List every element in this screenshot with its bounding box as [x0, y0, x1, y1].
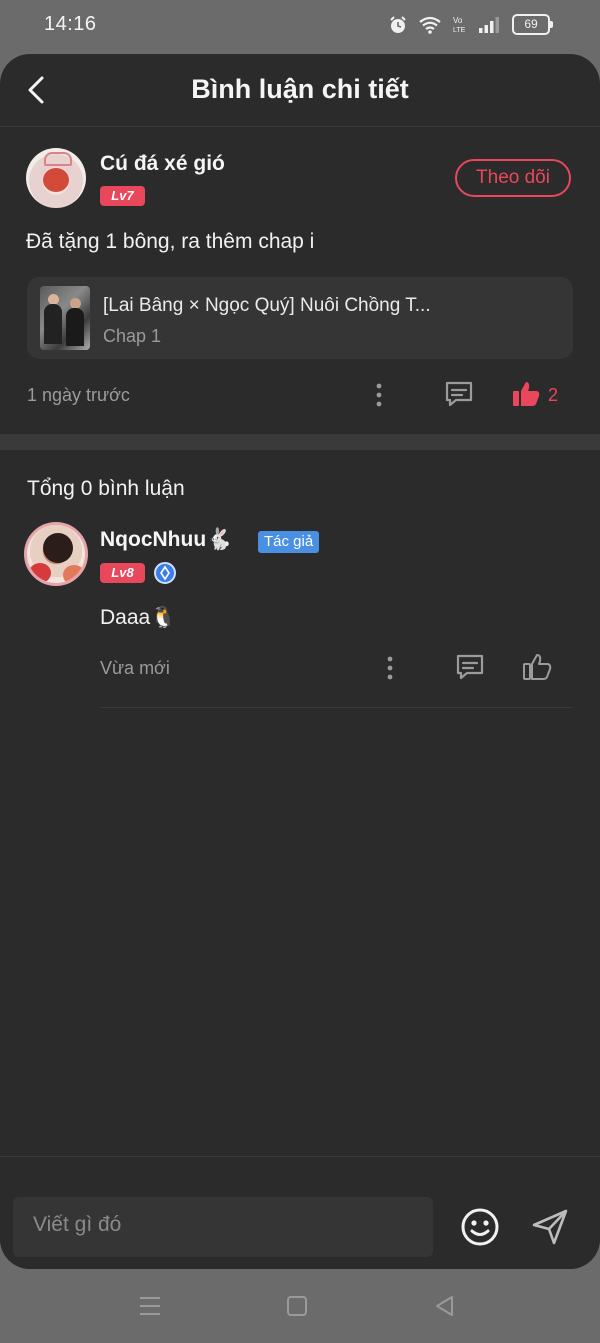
thumbs-up-icon[interactable]: [511, 380, 541, 408]
like-count: 2: [548, 385, 559, 405]
comment-icon[interactable]: [444, 380, 474, 408]
comment-input-bar: Viết gì đó: [0, 1156, 600, 1269]
avatar-face: [43, 168, 69, 192]
level-badge: Lv8: [100, 563, 145, 583]
alarm-icon: [390, 15, 406, 33]
page-title: Bình luận chi tiết: [191, 74, 409, 104]
post-username[interactable]: Cú đá xé gió: [100, 152, 225, 176]
avatar-chibi: [63, 565, 85, 583]
avatar-bow-decoration: [44, 152, 72, 166]
avatar[interactable]: [26, 148, 86, 208]
menu-icon[interactable]: [138, 1295, 162, 1317]
more-options-icon[interactable]: [366, 381, 392, 409]
signal-icon: [479, 16, 499, 33]
section-divider: [0, 434, 600, 450]
comment-separator: [100, 707, 573, 708]
back-triangle-icon[interactable]: [434, 1295, 456, 1317]
chapter-thumbnail: [40, 286, 90, 350]
svg-text:Vo: Vo: [453, 16, 463, 25]
diamond-icon: [160, 565, 170, 581]
status-icons: Vo LTE 69: [388, 14, 553, 35]
author-badge: Tác giả: [258, 531, 320, 553]
status-time: 14:16: [44, 13, 97, 35]
comment-text: Daaa🐧: [100, 606, 177, 629]
post-text: Đã tặng 1 bông, ra thêm chap i: [26, 230, 315, 253]
more-options-icon[interactable]: [377, 654, 403, 682]
post-timestamp: 1 ngày trước: [27, 385, 130, 405]
level-badge: Lv7: [100, 186, 145, 206]
thumb-figure-body: [44, 304, 62, 344]
avatar-chibi: [29, 563, 51, 583]
thumbs-up-icon[interactable]: [522, 653, 552, 681]
wifi-icon: [419, 16, 441, 34]
comment-input[interactable]: Viết gì đó: [13, 1197, 433, 1257]
home-icon[interactable]: [286, 1295, 308, 1317]
comment-timestamp: Vừa mới: [100, 658, 170, 678]
system-nav-bar: [0, 1269, 600, 1343]
input-placeholder: Viết gì đó: [33, 1213, 122, 1236]
emoji-icon[interactable]: [460, 1207, 500, 1247]
comment-icon[interactable]: [455, 653, 485, 681]
chapter-card[interactable]: [Lai Bâng × Ngọc Quý] Nuôi Chồng T... Ch…: [27, 277, 573, 359]
header: Bình luận chi tiết: [0, 54, 600, 127]
follow-button[interactable]: Theo dõi: [455, 159, 571, 197]
battery-indicator: 69: [512, 14, 553, 35]
avatar-hair: [43, 533, 73, 563]
thumb-figure-body: [66, 308, 84, 346]
chapter-subtitle: Chap 1: [103, 326, 162, 346]
chapter-title: [Lai Bâng × Ngọc Quý] Nuôi Chồng T...: [103, 295, 431, 316]
svg-text:LTE: LTE: [453, 27, 466, 34]
comment-detail-screen: Bình luận chi tiết Cú đá xé gió Lv7 Theo…: [0, 54, 600, 1269]
verified-icon: [154, 562, 176, 584]
avatar[interactable]: [24, 522, 88, 586]
comment-username[interactable]: NqocNhuu🐇: [100, 528, 232, 552]
volte-icon: Vo LTE: [453, 16, 466, 34]
comments-total: Tổng 0 bình luận: [27, 477, 185, 500]
send-icon[interactable]: [530, 1207, 570, 1247]
status-bar: 14:16 Vo LTE 69: [0, 0, 600, 54]
